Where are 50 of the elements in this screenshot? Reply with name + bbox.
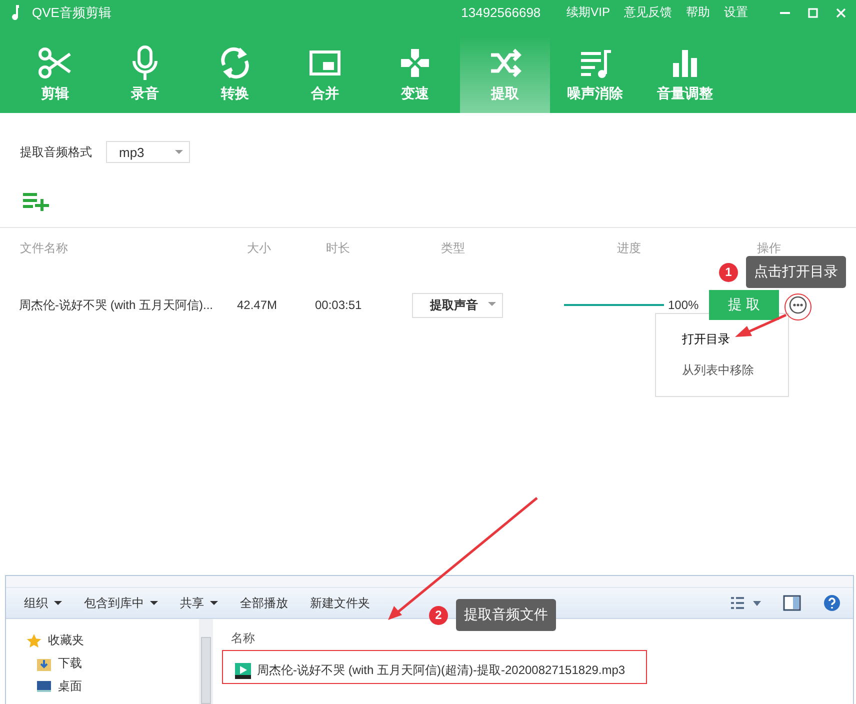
column-header: 名称 bbox=[231, 630, 256, 647]
more-icon[interactable] bbox=[789, 296, 807, 314]
type-dropdown[interactable]: 提取声音 bbox=[412, 292, 503, 318]
column-header: 大小 bbox=[246, 240, 272, 256]
column-header: 时长 bbox=[325, 240, 351, 256]
add-list-icon[interactable] bbox=[23, 191, 49, 211]
toolbar-button[interactable]: 包含到库中 bbox=[84, 594, 158, 612]
file-item[interactable]: 周杰伦-说好不哭 (with 五月天阿信)(超清)-提取-20200827151829.mp3 bbox=[231, 662, 853, 679]
tooltip: 提取音频文件 bbox=[456, 599, 556, 631]
column-header: 文件名称 bbox=[19, 240, 69, 256]
step-badge: 1 bbox=[719, 262, 738, 282]
format-dropdown[interactable]: mp3 bbox=[106, 141, 190, 163]
column-header: 类型 bbox=[440, 240, 466, 256]
caret-icon bbox=[175, 150, 183, 154]
scissors-icon bbox=[37, 45, 73, 81]
highlight-ring bbox=[784, 294, 812, 320]
column-header: 进度 bbox=[616, 240, 642, 256]
music-note-icon bbox=[10, 4, 22, 20]
toolbar-button[interactable]: 共享 bbox=[180, 594, 218, 612]
caret-icon bbox=[210, 601, 218, 605]
scrollbar[interactable] bbox=[199, 619, 213, 704]
menu-item[interactable]: 打开目录 bbox=[656, 331, 788, 348]
format-label: 提取音频格式 bbox=[20, 144, 92, 160]
progress-reading: 100% bbox=[668, 298, 699, 312]
help-icon[interactable] bbox=[823, 594, 841, 612]
file-size: 42.47M bbox=[236, 298, 278, 312]
nav-item[interactable]: 桌面 bbox=[6, 675, 199, 698]
account-number: 13492566698 bbox=[461, 5, 541, 20]
toolbar-button[interactable]: 新建文件夹 bbox=[310, 594, 370, 612]
star-icon bbox=[26, 632, 42, 648]
caret-icon bbox=[488, 302, 496, 306]
nav-item[interactable]: 收藏夹 bbox=[6, 629, 199, 652]
column-header: 操作 bbox=[756, 240, 782, 256]
tooltip: 点击打开目录 bbox=[746, 256, 846, 288]
view-options-icon[interactable] bbox=[731, 596, 761, 610]
toolbar-button[interactable]: 组织 bbox=[24, 594, 62, 612]
nav-item[interactable]: 下载 bbox=[6, 652, 199, 675]
audio-file-icon bbox=[235, 662, 251, 678]
close-icon[interactable] bbox=[836, 8, 846, 18]
menu-item[interactable]: 从列表中移除 bbox=[656, 362, 788, 379]
file-duration: 00:03:51 bbox=[314, 298, 363, 312]
caret-icon bbox=[150, 601, 158, 605]
file-name: 周杰伦-说好不哭 (with 五月天阿信)... bbox=[18, 296, 214, 314]
app-title: QVE音频剪辑 bbox=[32, 4, 112, 22]
preview-pane-icon[interactable] bbox=[783, 595, 801, 611]
toolbar-button[interactable]: 全部播放 bbox=[240, 594, 288, 612]
maximize-icon[interactable] bbox=[808, 8, 818, 18]
arrow bbox=[735, 314, 786, 337]
desktop-icon bbox=[36, 678, 52, 694]
caret-icon bbox=[54, 601, 62, 605]
